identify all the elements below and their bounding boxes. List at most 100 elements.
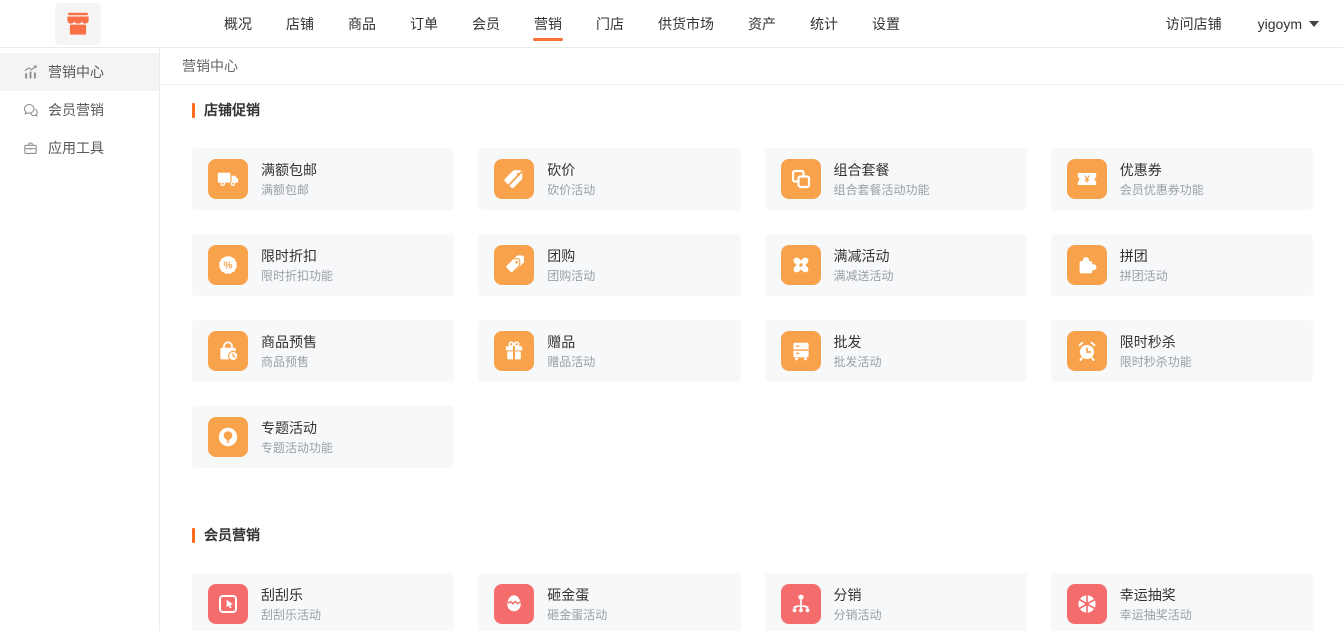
main-nav: 概况店铺商品订单会员营销门店供货市场资产统计设置 [207,0,917,47]
breadcrumb: 营销中心 [160,48,1343,85]
promo-card[interactable]: 赠品 赠品活动 [478,320,740,382]
coupon-icon [1075,167,1099,191]
card-title: 限时折扣 [261,249,333,263]
nav-tab-members[interactable]: 会员 [455,0,517,47]
card-title: 满额包邮 [261,163,317,177]
nav-tab-settings[interactable]: 设置 [855,0,917,47]
card-subtitle: 砍价活动 [547,184,595,196]
card-tile [494,584,534,624]
nav-tab-marketing[interactable]: 营销 [517,0,579,47]
card-tile [1067,159,1107,199]
promo-card[interactable]: 分销 分销活动 [765,573,1027,631]
card-tile [208,331,248,371]
card-subtitle: 团购活动 [547,270,595,282]
promo-card[interactable]: 批发 批发活动 [765,320,1027,382]
promo-card[interactable]: 砍价 砍价活动 [478,148,740,210]
combo-squares-icon [789,167,813,191]
promo-card[interactable]: 优惠券 会员优惠券功能 [1051,148,1313,210]
nav-tab-orders[interactable]: 订单 [393,0,455,47]
card-title: 满减活动 [834,249,894,263]
visit-store-link[interactable]: 访问店铺 [1166,14,1222,34]
card-title: 专题活动 [261,421,333,435]
main-content: 营销中心 店铺促销 满额包邮 满额包邮 砍价 砍价活动 组合套餐 组合套餐活动功… [160,48,1343,631]
promo-card[interactable]: 团购 团购活动 [478,234,740,296]
scratch-card-icon [216,592,240,616]
card-subtitle: 幸运抽奖活动 [1120,609,1192,621]
promo-card[interactable]: 限时折扣 限时折扣功能 [192,234,454,296]
card-subtitle: 批发活动 [834,356,882,368]
storefront-icon [63,9,93,39]
card-subtitle: 商品预售 [261,356,317,368]
app-logo[interactable] [55,3,101,45]
sidebar-item-marketing-center[interactable]: 营销中心 [0,53,159,91]
card-tile [781,159,821,199]
promo-card[interactable]: 限时秒杀 限时秒杀功能 [1051,320,1313,382]
card-tile [781,331,821,371]
card-title: 砸金蛋 [547,588,607,602]
card-subtitle: 分销活动 [834,609,882,621]
card-title: 拼团 [1120,249,1168,263]
truck-icon [216,167,240,191]
promo-card[interactable]: 组合套餐 组合套餐活动功能 [765,148,1027,210]
puzzle-icon [1075,253,1099,277]
section-title: 会员营销 [192,525,1313,545]
sidebar-item-member-marketing[interactable]: 会员营销 [0,91,159,129]
card-title: 优惠券 [1120,163,1204,177]
nav-tab-statistics[interactable]: 统计 [793,0,855,47]
promo-card[interactable]: 满减活动 满减送活动 [765,234,1027,296]
tag-slash-icon [502,167,526,191]
card-subtitle: 砸金蛋活动 [547,609,607,621]
card-tile [208,417,248,457]
chat-icon [22,102,39,119]
user-menu[interactable]: yigoym [1258,16,1319,32]
header-right: 访问店铺 yigoym [1166,14,1343,34]
tags-icon [502,253,526,277]
card-subtitle: 赠品活动 [547,356,595,368]
promo-card[interactable]: 满额包邮 满额包邮 [192,148,454,210]
sidebar: 营销中心 会员营销 应用工具 [0,48,160,631]
section-title: 店铺促销 [192,100,1313,120]
promo-card[interactable]: 专题活动 专题活动功能 [192,406,454,468]
alarm-icon [1075,339,1099,363]
card-subtitle: 刮刮乐活动 [261,609,321,621]
promo-card[interactable]: 拼团 拼团活动 [1051,234,1313,296]
card-tile [781,245,821,285]
card-tile [208,584,248,624]
card-title: 砍价 [547,163,595,177]
knot-icon [789,253,813,277]
nav-tab-shop[interactable]: 店铺 [269,0,331,47]
promo-card[interactable]: 砸金蛋 砸金蛋活动 [478,573,740,631]
discount-badge-icon [216,253,240,277]
top-nav: 概况店铺商品订单会员营销门店供货市场资产统计设置 访问店铺 yigoym [0,0,1343,48]
card-subtitle: 会员优惠券功能 [1120,184,1204,196]
distribution-icon [789,592,813,616]
card-tile [1067,584,1107,624]
card-tile [1067,245,1107,285]
card-tile [494,331,534,371]
nav-tab-assets[interactable]: 资产 [731,0,793,47]
nav-tab-overview[interactable]: 概况 [207,0,269,47]
bulb-icon [216,425,240,449]
promo-card[interactable]: 刮刮乐 刮刮乐活动 [192,573,454,631]
gift-icon [502,339,526,363]
card-title: 限时秒杀 [1120,335,1192,349]
marketing-sections: 店铺促销 满额包邮 满额包邮 砍价 砍价活动 组合套餐 组合套餐活动功能 优惠券… [160,85,1343,631]
sidebar-item-app-tools[interactable]: 应用工具 [0,129,159,167]
nav-tab-stores[interactable]: 门店 [579,0,641,47]
card-title: 刮刮乐 [261,588,321,602]
section: 会员营销 刮刮乐 刮刮乐活动 砸金蛋 砸金蛋活动 分销 分销活动 幸运抽奖 幸运… [192,525,1313,631]
card-grid: 满额包邮 满额包邮 砍价 砍价活动 组合套餐 组合套餐活动功能 优惠券 会员优惠… [192,148,1313,468]
card-subtitle: 限时秒杀功能 [1120,356,1192,368]
card-tile [1067,331,1107,371]
card-title: 商品预售 [261,335,317,349]
card-subtitle: 限时折扣功能 [261,270,333,282]
promo-card[interactable]: 幸运抽奖 幸运抽奖活动 [1051,573,1313,631]
lucky-wheel-icon [1075,592,1099,616]
nav-tab-supply-market[interactable]: 供货市场 [641,0,731,47]
trend-chart-icon [22,64,39,81]
username: yigoym [1258,16,1302,32]
chevron-down-icon [1309,21,1319,27]
promo-card[interactable]: 商品预售 商品预售 [192,320,454,382]
card-title: 赠品 [547,335,595,349]
nav-tab-goods[interactable]: 商品 [331,0,393,47]
